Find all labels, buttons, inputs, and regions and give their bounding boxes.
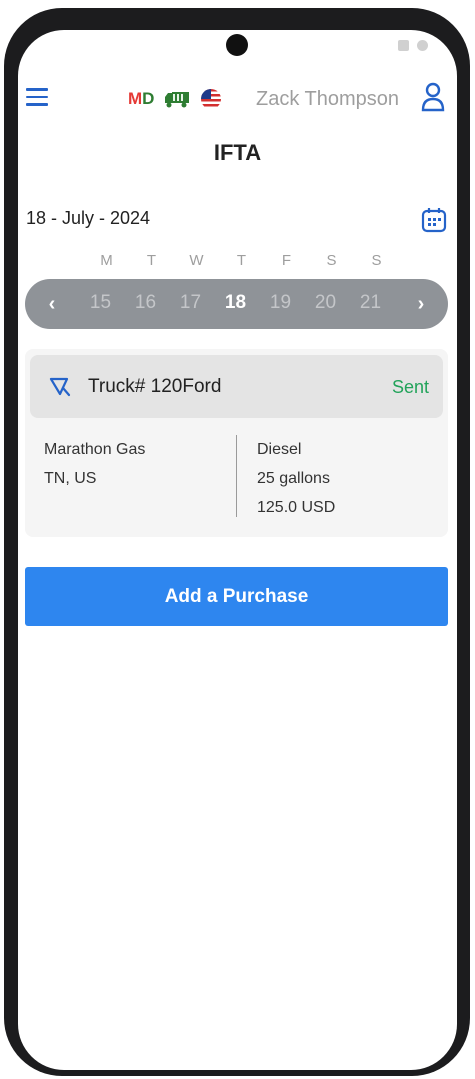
station-location: TN, US bbox=[44, 470, 97, 487]
week-strip: ‹ 15 16 17 18 19 20 21 › bbox=[25, 279, 448, 329]
station-info: Marathon Gas TN, US bbox=[44, 435, 145, 493]
weekday-label: M bbox=[100, 252, 113, 269]
day-15[interactable]: 15 bbox=[78, 292, 123, 314]
us-flag-icon bbox=[201, 89, 222, 109]
purchase-amount: 125.0 USD bbox=[257, 499, 336, 516]
chevron-right-icon[interactable]: › bbox=[406, 289, 436, 319]
station-name: Marathon Gas bbox=[44, 441, 146, 458]
divider bbox=[236, 435, 237, 517]
day-18-selected[interactable]: 18 bbox=[213, 292, 258, 314]
weekday-label: T bbox=[146, 252, 157, 269]
user-name: Zack Thompson bbox=[256, 88, 400, 110]
user-icon[interactable] bbox=[421, 82, 445, 112]
weekday-label: S bbox=[326, 252, 337, 269]
weekday-labels: M T W T F S S bbox=[84, 252, 399, 269]
day-21[interactable]: 21 bbox=[348, 292, 393, 314]
app-header: MD Zack Thompson bbox=[26, 82, 446, 116]
calendar-icon[interactable] bbox=[420, 206, 448, 234]
status-badge: Sent bbox=[391, 377, 429, 397]
status-code: MD bbox=[128, 89, 155, 108]
truck-icon bbox=[165, 92, 190, 108]
fuel-nozzle-icon bbox=[49, 377, 71, 397]
day-list: 15 16 17 18 19 20 21 bbox=[78, 292, 393, 314]
fuel-info: Diesel 25 gallons 125.0 USD bbox=[257, 435, 335, 522]
phone-frame bbox=[4, 8, 470, 1076]
menu-icon[interactable] bbox=[26, 88, 48, 108]
add-purchase-button[interactable]: Add a Purchase bbox=[25, 567, 448, 626]
weekday-label: T bbox=[236, 252, 247, 269]
weekday-label: W bbox=[189, 252, 204, 269]
day-20[interactable]: 20 bbox=[303, 292, 348, 314]
weekday-label: S bbox=[371, 252, 382, 269]
page-title: IFTA bbox=[213, 140, 262, 165]
purchase-card-header: Truck# 120Ford Sent bbox=[30, 355, 443, 418]
weekday-label: F bbox=[281, 252, 292, 269]
purchase-card[interactable]: Truck# 120Ford Sent Marathon Gas TN, US … bbox=[25, 349, 448, 537]
date-row: 18 - July - 2024 bbox=[26, 206, 448, 234]
day-19[interactable]: 19 bbox=[258, 292, 303, 314]
system-status-icons bbox=[398, 40, 428, 51]
truck-label: Truck# 120Ford bbox=[88, 376, 222, 397]
fuel-quantity: 25 gallons bbox=[257, 470, 330, 487]
day-17[interactable]: 17 bbox=[168, 292, 213, 314]
fuel-type: Diesel bbox=[257, 441, 302, 458]
circle-icon bbox=[417, 40, 428, 51]
front-camera bbox=[226, 34, 248, 56]
chevron-left-icon[interactable]: ‹ bbox=[37, 289, 67, 319]
square-icon bbox=[398, 40, 409, 51]
phone-screen bbox=[18, 30, 457, 1070]
current-date: 18 - July - 2024 bbox=[26, 208, 151, 228]
status-group: MD bbox=[128, 84, 222, 114]
day-16[interactable]: 16 bbox=[123, 292, 168, 314]
